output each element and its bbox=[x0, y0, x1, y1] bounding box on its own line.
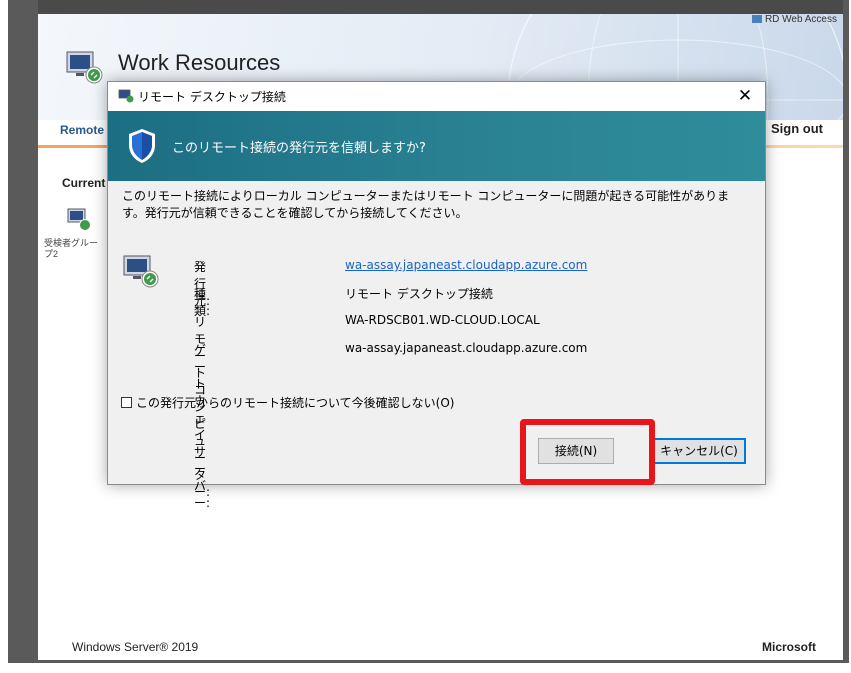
window-frame-right bbox=[843, 0, 851, 673]
gateway-value: wa-assay.japaneast.cloudapp.azure.com bbox=[345, 341, 588, 355]
current-folder-label: Current bbox=[62, 176, 106, 190]
dialog-banner: このリモート接続の発行元を信頼しますか? bbox=[108, 111, 765, 181]
publisher-link[interactable]: wa-assay.japaneast.cloudapp.azure.com bbox=[345, 258, 587, 272]
trust-question: このリモート接続の発行元を信頼しますか? bbox=[172, 141, 426, 156]
connect-highlight-box bbox=[520, 419, 655, 485]
warning-text: このリモート接続によりローカル コンピューターまたはリモート コンピューターに問… bbox=[122, 189, 730, 220]
dont-ask-checkbox[interactable] bbox=[121, 397, 132, 408]
window-frame-left bbox=[0, 0, 38, 673]
window-frame-bottom bbox=[8, 660, 849, 673]
close-icon[interactable]: ✕ bbox=[726, 83, 764, 110]
gateway-label: ゲートウェイ サーバー: bbox=[194, 343, 211, 510]
dont-ask-row[interactable]: この発行元からのリモート接続について今後確認しない(O) bbox=[121, 394, 454, 411]
folder-item-label[interactable]: 受検者グループ2 bbox=[44, 238, 104, 260]
microsoft-label: Microsoft bbox=[762, 640, 816, 654]
app-title: Work Resources bbox=[118, 50, 281, 75]
rd-web-icon bbox=[751, 15, 762, 24]
dont-ask-label[interactable]: この発行元からのリモート接続について今後確認しない(O) bbox=[136, 394, 454, 411]
remote-desktop-icon bbox=[118, 89, 134, 103]
rd-web-access-label: RD Web Access bbox=[751, 14, 837, 25]
top-bar bbox=[38, 0, 843, 14]
windows-server-label: Windows Server® 2019 bbox=[72, 640, 199, 654]
cancel-button[interactable]: キャンセル(C) bbox=[652, 438, 746, 464]
remote-computer-value: WA-RDSCB01.WD-CLOUD.LOCAL bbox=[345, 313, 540, 327]
remote-desktop-icon bbox=[123, 255, 159, 288]
remote-desktop-icon[interactable] bbox=[66, 206, 92, 232]
rdp-trust-dialog: リモート デスクトップ接続 ✕ このリモート接続の発行元を信頼しますか? このリ… bbox=[107, 81, 766, 510]
shield-icon bbox=[129, 129, 155, 163]
dialog-title: リモート デスクトップ接続 bbox=[138, 90, 286, 104]
sign-out-link[interactable]: Sign out bbox=[771, 121, 823, 136]
remote-desktop-icon bbox=[66, 51, 103, 84]
dialog-titlebar: リモート デスクトップ接続 ✕ bbox=[108, 82, 765, 111]
type-value: リモート デスクトップ接続 bbox=[345, 287, 493, 301]
tab-remote[interactable]: Remote bbox=[60, 123, 104, 137]
